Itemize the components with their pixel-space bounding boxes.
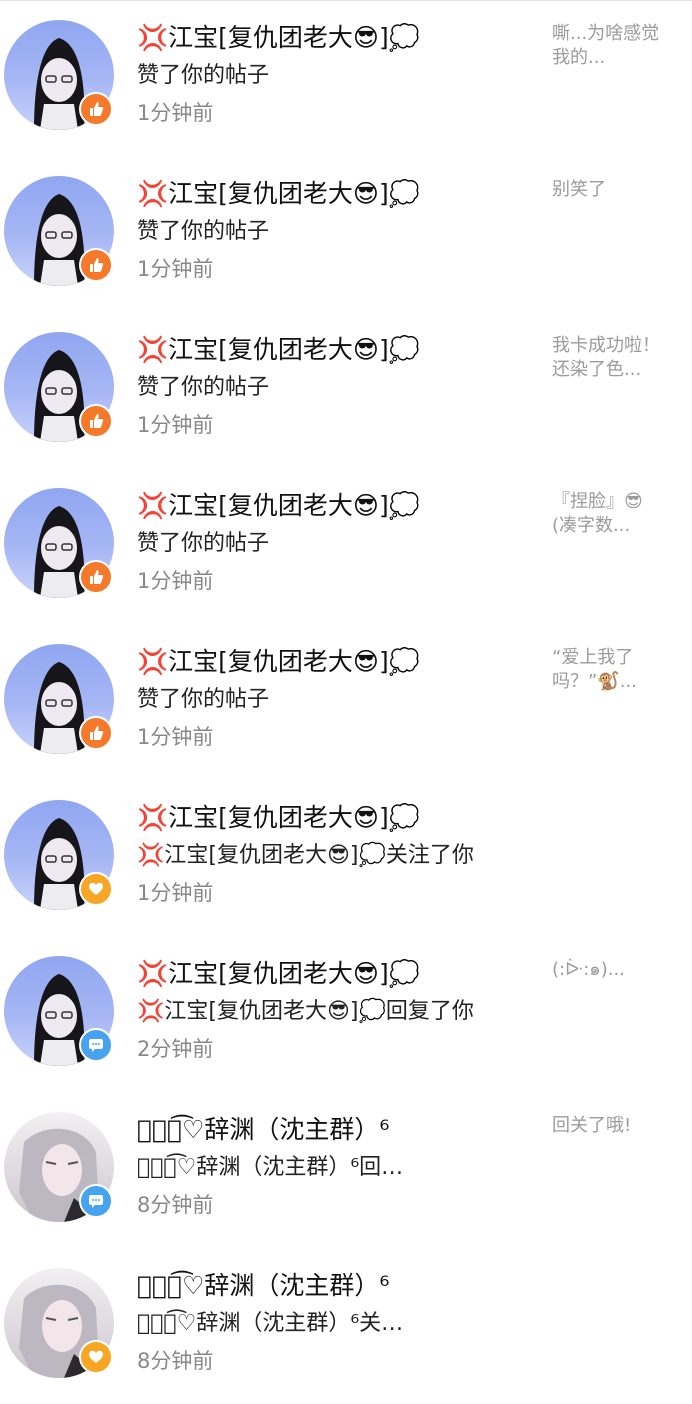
avatar-container[interactable] bbox=[4, 332, 114, 442]
chat-bubble-icon bbox=[79, 1184, 113, 1218]
timestamp: 1分钟前 bbox=[137, 881, 214, 905]
avatar-container[interactable] bbox=[4, 800, 114, 910]
timestamp: 1分钟前 bbox=[137, 413, 214, 437]
sender-name[interactable]: 💢江宝[复仇团老大😎]💭 bbox=[137, 330, 537, 370]
notification-row[interactable]: 💢江宝[复仇团老大😎]💭 赞了你的帖子 1分钟前 我卡成功啦！还染了色... bbox=[0, 312, 692, 468]
notification-row[interactable]: 💢江宝[复仇团老大😎]💭 赞了你的帖子 1分钟前 嘶...为啥感觉我的... bbox=[0, 0, 692, 156]
avatar-container[interactable] bbox=[4, 488, 114, 598]
post-preview[interactable]: 『捏脸』😎(凑字数... bbox=[552, 490, 660, 538]
sender-name[interactable]: ༺ཱི͡♡辞渊（沈主群）⁶ bbox=[137, 1110, 537, 1150]
timestamp: 1分钟前 bbox=[137, 569, 214, 593]
sender-name[interactable]: 💢江宝[复仇团老大😎]💭 bbox=[137, 642, 537, 682]
thumbs-up-icon bbox=[79, 560, 113, 594]
notification-action: 赞了你的帖子 bbox=[137, 375, 270, 400]
sender-name[interactable]: 💢江宝[复仇团老大😎]💭 bbox=[137, 798, 537, 838]
notification-action: 赞了你的帖子 bbox=[137, 687, 270, 712]
avatar-container[interactable] bbox=[4, 1112, 114, 1222]
notification-row[interactable]: 💢江宝[复仇团老大😎]💭 赞了你的帖子 1分钟前 『捏脸』😎(凑字数... bbox=[0, 468, 692, 624]
timestamp: 8分钟前 bbox=[137, 1349, 214, 1373]
timestamp: 1分钟前 bbox=[137, 257, 214, 281]
post-preview[interactable]: 回关了哦! bbox=[552, 1114, 660, 1138]
notification-action: ༺ཱི͡♡辞渊（沈主群）⁶回… bbox=[137, 1155, 404, 1180]
avatar-container[interactable] bbox=[4, 644, 114, 754]
thumbs-up-icon bbox=[79, 248, 113, 282]
timestamp: 2分钟前 bbox=[137, 1037, 214, 1061]
timestamp: 1分钟前 bbox=[137, 101, 214, 125]
notification-row[interactable]: 💢江宝[复仇团老大😎]💭 赞了你的帖子 1分钟前 别笑了 bbox=[0, 156, 692, 312]
avatar-container[interactable] bbox=[4, 20, 114, 130]
notification-row[interactable]: ༺ཱི͡♡辞渊（沈主群）⁶ ༺ཱི͡♡辞渊（沈主群）⁶回… 8分钟前 回关了哦! bbox=[0, 1092, 692, 1248]
sender-name[interactable]: 💢江宝[复仇团老大😎]💭 bbox=[137, 174, 537, 214]
notification-row[interactable]: 💢江宝[复仇团老大😎]💭 💢江宝[复仇团老大😎]💭关注了你 1分钟前 bbox=[0, 780, 692, 936]
sender-name[interactable]: ༺ཱི͡♡辞渊（沈主群）⁶ bbox=[137, 1266, 537, 1306]
notification-action: 💢江宝[复仇团老大😎]💭回复了你 bbox=[137, 999, 474, 1024]
avatar-container[interactable] bbox=[4, 1268, 114, 1378]
avatar-container[interactable] bbox=[4, 956, 114, 1066]
notification-row[interactable]: ༺ཱི͡♡辞渊（沈主群）⁶ ༺ཱི͡♡辞渊（沈主群）⁶关… 8分钟前 bbox=[0, 1248, 692, 1404]
post-preview[interactable]: 别笑了 bbox=[552, 178, 660, 202]
notification-row[interactable]: 💢江宝[复仇团老大😎]💭 赞了你的帖子 1分钟前 “爱上我了吗？”🐒... bbox=[0, 624, 692, 780]
timestamp: 1分钟前 bbox=[137, 725, 214, 749]
sender-name[interactable]: 💢江宝[复仇团老大😎]💭 bbox=[137, 486, 537, 526]
post-preview[interactable]: 嘶...为啥感觉我的... bbox=[552, 22, 660, 70]
post-preview[interactable]: “爱上我了吗？”🐒... bbox=[552, 646, 660, 694]
heart-icon bbox=[79, 872, 113, 906]
notification-action: 赞了你的帖子 bbox=[137, 63, 270, 88]
thumbs-up-icon bbox=[79, 716, 113, 750]
post-preview[interactable]: (:ᐕ:๑)... bbox=[552, 958, 660, 982]
sender-name[interactable]: 💢江宝[复仇团老大😎]💭 bbox=[137, 18, 537, 58]
heart-icon bbox=[79, 1340, 113, 1374]
notification-action: ༺ཱི͡♡辞渊（沈主群）⁶关… bbox=[137, 1311, 404, 1336]
timestamp: 8分钟前 bbox=[137, 1193, 214, 1217]
post-preview[interactable]: 我卡成功啦！还染了色... bbox=[552, 334, 660, 382]
notification-action: 赞了你的帖子 bbox=[137, 531, 270, 556]
notification-row[interactable]: 💢江宝[复仇团老大😎]💭 💢江宝[复仇团老大😎]💭回复了你 2分钟前 (:ᐕ:๑… bbox=[0, 936, 692, 1092]
thumbs-up-icon bbox=[79, 92, 113, 126]
avatar-container[interactable] bbox=[4, 176, 114, 286]
thumbs-up-icon bbox=[79, 404, 113, 438]
chat-bubble-icon bbox=[79, 1028, 113, 1062]
notification-action: 💢江宝[复仇团老大😎]💭关注了你 bbox=[137, 843, 474, 868]
sender-name[interactable]: 💢江宝[复仇团老大😎]💭 bbox=[137, 954, 537, 994]
notification-action: 赞了你的帖子 bbox=[137, 219, 270, 244]
